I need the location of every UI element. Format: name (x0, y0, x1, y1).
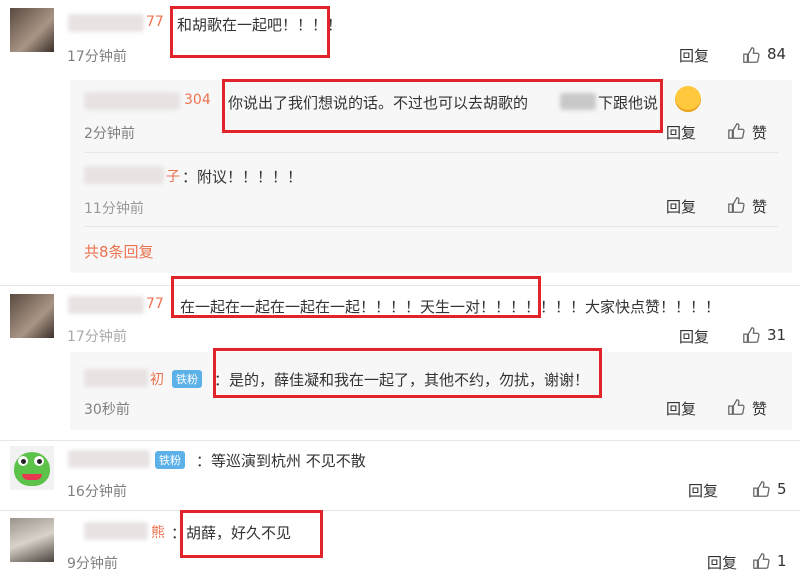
like-label[interactable]: 赞 (752, 196, 767, 217)
thumbs-up-icon[interactable] (727, 122, 745, 140)
username-tail[interactable]: 子 (166, 166, 180, 186)
like-count: 1 (777, 552, 787, 570)
avatar[interactable] (10, 294, 54, 338)
highlight-box (180, 510, 323, 558)
like-count: 84 (767, 45, 787, 63)
highlight-box (171, 276, 541, 318)
username-blurred[interactable] (84, 92, 180, 110)
thumbs-up-icon[interactable] (727, 196, 745, 214)
reply-time: 2分钟前 (84, 126, 135, 142)
comment-time: 17分钟前 (67, 49, 127, 65)
divider (84, 152, 778, 153)
reply-button[interactable]: 回复 (679, 326, 709, 347)
reply-time: 11分钟前 (84, 201, 144, 217)
like-count: 31 (767, 326, 787, 344)
reply-button[interactable]: 回复 (666, 398, 696, 419)
username-tail[interactable]: 77 (146, 14, 164, 30)
comment-time: 17分钟前 (67, 329, 127, 345)
reply-button[interactable]: 回复 (707, 552, 737, 573)
like-label[interactable]: 赞 (752, 122, 767, 143)
frog-avatar[interactable] (10, 446, 54, 490)
reply-button[interactable]: 回复 (688, 480, 718, 501)
comment-time: 16分钟前 (67, 484, 127, 500)
highlight-box (213, 348, 602, 398)
thumbs-up-icon[interactable] (727, 398, 745, 416)
more-replies-link[interactable]: 共8条回复 (84, 241, 154, 262)
thumbs-up-icon[interactable] (752, 480, 770, 498)
reply-button[interactable]: 回复 (679, 45, 709, 66)
username-blurred[interactable] (84, 166, 164, 184)
username-tail[interactable]: 熊 (151, 522, 165, 542)
thumbs-up-icon[interactable] (752, 552, 770, 570)
avatar[interactable] (10, 518, 54, 562)
divider (0, 440, 800, 441)
divider (0, 510, 800, 511)
fan-badge: 铁粉 (155, 451, 185, 469)
divider (84, 226, 778, 227)
thumbs-up-icon[interactable] (742, 46, 760, 64)
highlight-box (170, 6, 330, 58)
username-blurred[interactable] (84, 369, 148, 387)
comment-text: ：等巡演到杭州 不见不散 (196, 452, 366, 470)
fan-badge: 铁粉 (172, 370, 202, 388)
username-blurred[interactable] (84, 522, 148, 540)
username-blurred[interactable] (68, 14, 144, 32)
username-tail[interactable]: 304 (184, 92, 211, 108)
thumbs-up-icon[interactable] (742, 326, 760, 344)
reply-time: 30秒前 (84, 402, 130, 418)
like-label[interactable]: 赞 (752, 398, 767, 419)
highlight-box (222, 79, 663, 133)
reply-button[interactable]: 回复 (666, 122, 696, 143)
reply-text: ：附议！！！！！ (182, 168, 303, 186)
smiley-emoji-icon (675, 86, 701, 112)
like-count: 5 (777, 480, 787, 498)
username-tail[interactable]: 初 (150, 369, 164, 389)
comment-time: 9分钟前 (67, 556, 118, 572)
username-tail[interactable]: 77 (146, 296, 164, 312)
avatar[interactable] (10, 8, 54, 52)
username-blurred[interactable] (68, 450, 150, 468)
reply-button[interactable]: 回复 (666, 196, 696, 217)
username-blurred[interactable] (68, 296, 144, 314)
